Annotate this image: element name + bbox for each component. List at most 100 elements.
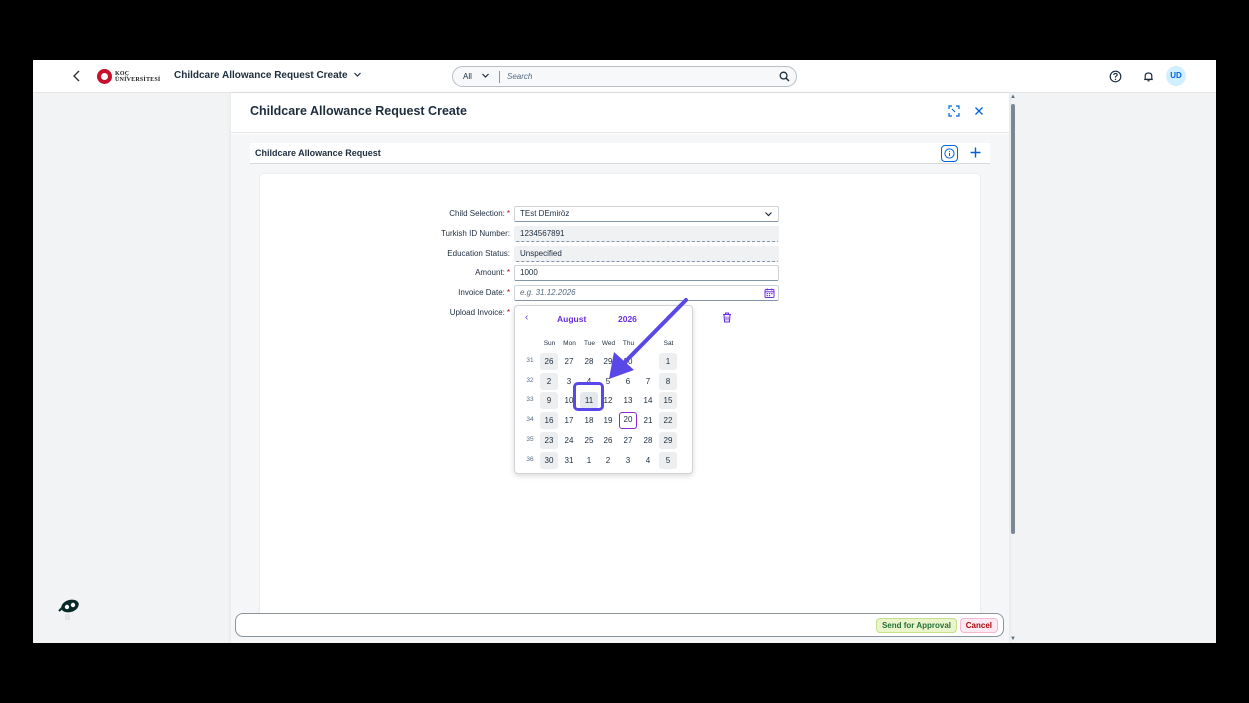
bell-icon[interactable] <box>1142 70 1155 83</box>
calendar-day[interactable]: 28 <box>580 353 598 370</box>
calendar-day[interactable]: 30 <box>619 353 637 370</box>
month-button[interactable]: August <box>557 314 586 324</box>
fullscreen-icon[interactable] <box>947 104 961 118</box>
calendar-day[interactable]: 27 <box>619 432 637 449</box>
chevron-down-icon <box>481 71 490 82</box>
week-number: 31 <box>526 357 534 364</box>
trash-icon[interactable] <box>722 310 732 323</box>
annotation-highlight-box <box>573 382 604 411</box>
calendar-day[interactable]: 30 <box>540 451 558 469</box>
amount-row: Amount: * 1000 <box>260 265 980 282</box>
logo-text-line2: ÜNİVERSİTESİ <box>115 76 161 83</box>
scroll-thumb[interactable] <box>1011 104 1015 534</box>
add-button[interactable] <box>967 144 984 161</box>
education-status-label: Education Status: <box>447 249 510 258</box>
required-marker: * <box>506 209 510 218</box>
amount-input[interactable]: 1000 <box>514 265 779 281</box>
plus-icon <box>970 147 981 158</box>
week-number: 36 <box>526 455 534 463</box>
calendar-day[interactable]: 22 <box>659 412 677 430</box>
calendar-header: ‹ August 2026 › <box>515 312 694 326</box>
child-selection-row: Child Selection: * TEst DEmiröz <box>260 206 980 223</box>
send-for-approval-button[interactable]: Send for Approval <box>875 618 957 633</box>
scroll-up-arrow-icon[interactable]: ▲ <box>1010 94 1016 100</box>
child-selection-label: Child Selection: <box>449 209 505 218</box>
chevron-down-icon[interactable] <box>764 207 773 226</box>
calendar-day[interactable]: 26 <box>540 353 558 370</box>
week-number: 34 <box>526 416 534 424</box>
app-title-menu[interactable]: Childcare Allowance Request Create <box>174 70 362 81</box>
calendar-day[interactable]: 1 <box>580 452 598 469</box>
create-dialog: Childcare Allowance Request Create Child… <box>231 93 1009 643</box>
section-header: Childcare Allowance Request <box>250 143 990 164</box>
previous-month-button[interactable]: ‹ <box>525 312 528 323</box>
dialog-title: Childcare Allowance Request Create <box>250 104 467 118</box>
required-marker: * <box>506 288 510 297</box>
invoice-date-label: Invoice Date: <box>458 288 505 297</box>
invoice-date-input[interactable]: e.g. 31.12.2026 <box>514 285 779 301</box>
calendar-day[interactable]: 7 <box>639 373 657 390</box>
calendar-day[interactable]: 16 <box>540 412 558 430</box>
calendar-day[interactable]: 2 <box>599 452 617 469</box>
chevron-down-icon <box>353 70 362 81</box>
amount-label: Amount: <box>475 268 505 277</box>
week-number: 35 <box>526 435 534 443</box>
calendar-day[interactable]: 27 <box>560 353 578 370</box>
help-icon[interactable] <box>1109 70 1122 83</box>
next-month-button[interactable]: › <box>667 312 670 323</box>
calendar-day[interactable]: 29 <box>659 431 677 449</box>
calendar-day[interactable]: 21 <box>639 412 657 429</box>
invoice-date-row: Invoice Date: * e.g. 31.12.2026 <box>260 285 980 302</box>
turkish-id-field: 1234567891 <box>514 226 779 242</box>
calendar-day[interactable]: 23 <box>540 431 558 449</box>
calendar-day[interactable]: 31 <box>560 452 578 469</box>
search-icon[interactable] <box>772 67 796 86</box>
calendar-day[interactable]: 14 <box>639 392 657 409</box>
calendar-day[interactable]: 26 <box>599 432 617 449</box>
calendar-day[interactable]: 8 <box>659 372 677 390</box>
scroll-down-arrow-icon[interactable]: ▼ <box>1010 636 1016 642</box>
weekday-header: Sun <box>543 340 556 347</box>
close-icon[interactable] <box>972 104 986 118</box>
turkish-id-label: Turkish ID Number: <box>440 229 510 238</box>
child-selection-value: TEst DEmiröz <box>520 209 570 218</box>
search-input[interactable] <box>500 72 772 81</box>
university-logo[interactable]: KOÇ ÜNİVERSİTESİ <box>97 69 160 84</box>
required-marker: * <box>506 268 510 277</box>
calendar-icon[interactable] <box>764 288 775 298</box>
calendar-day[interactable]: 2 <box>540 372 558 390</box>
calendar-day[interactable]: 4 <box>639 452 657 469</box>
weekday-header: Tue <box>584 340 595 347</box>
calendar-day[interactable]: 20 <box>619 412 637 430</box>
calendar-day[interactable]: 15 <box>659 392 677 410</box>
calendar-day[interactable]: 9 <box>540 392 558 410</box>
calendar-day[interactable]: 19 <box>599 412 617 429</box>
search-scope-select[interactable]: All <box>453 71 499 82</box>
avatar[interactable]: UD <box>1166 66 1186 86</box>
calendar-day[interactable]: 1 <box>659 353 677 370</box>
child-selection-select[interactable]: TEst DEmiröz <box>514 206 779 222</box>
dialog-body: Childcare Allowance Request Child Select… <box>231 134 1009 643</box>
search-scope-value: All <box>463 72 472 81</box>
calendar-day[interactable]: 28 <box>639 432 657 449</box>
calendar-day[interactable]: 29 <box>599 353 617 370</box>
info-button[interactable] <box>941 145 958 162</box>
app-window: KOÇ ÜNİVERSİTESİ Childcare Allowance Req… <box>33 60 1216 643</box>
calendar-day[interactable]: 3 <box>619 452 637 469</box>
dialog-footer: Send for Approval Cancel <box>235 613 1004 637</box>
week-number: 32 <box>526 376 534 384</box>
back-button[interactable] <box>69 68 85 84</box>
year-button[interactable]: 2026 <box>618 314 637 324</box>
calendar-day[interactable]: 6 <box>619 373 637 390</box>
calendar-day[interactable]: 25 <box>580 432 598 449</box>
calendar-day[interactable]: 24 <box>560 432 578 449</box>
form-card: Child Selection: * TEst DEmiröz Turkish I… <box>260 174 980 634</box>
assistant-bot-icon[interactable] <box>56 598 82 622</box>
cancel-button[interactable]: Cancel <box>959 618 998 633</box>
calendar-day[interactable]: 13 <box>619 392 637 409</box>
calendar-day[interactable]: 5 <box>659 451 677 469</box>
calendar-day[interactable]: 17 <box>560 412 578 429</box>
calendar-day[interactable]: 18 <box>580 412 598 429</box>
vertical-scrollbar[interactable]: ▲ ▼ <box>1010 94 1016 642</box>
weekday-header: Thu <box>622 340 635 347</box>
